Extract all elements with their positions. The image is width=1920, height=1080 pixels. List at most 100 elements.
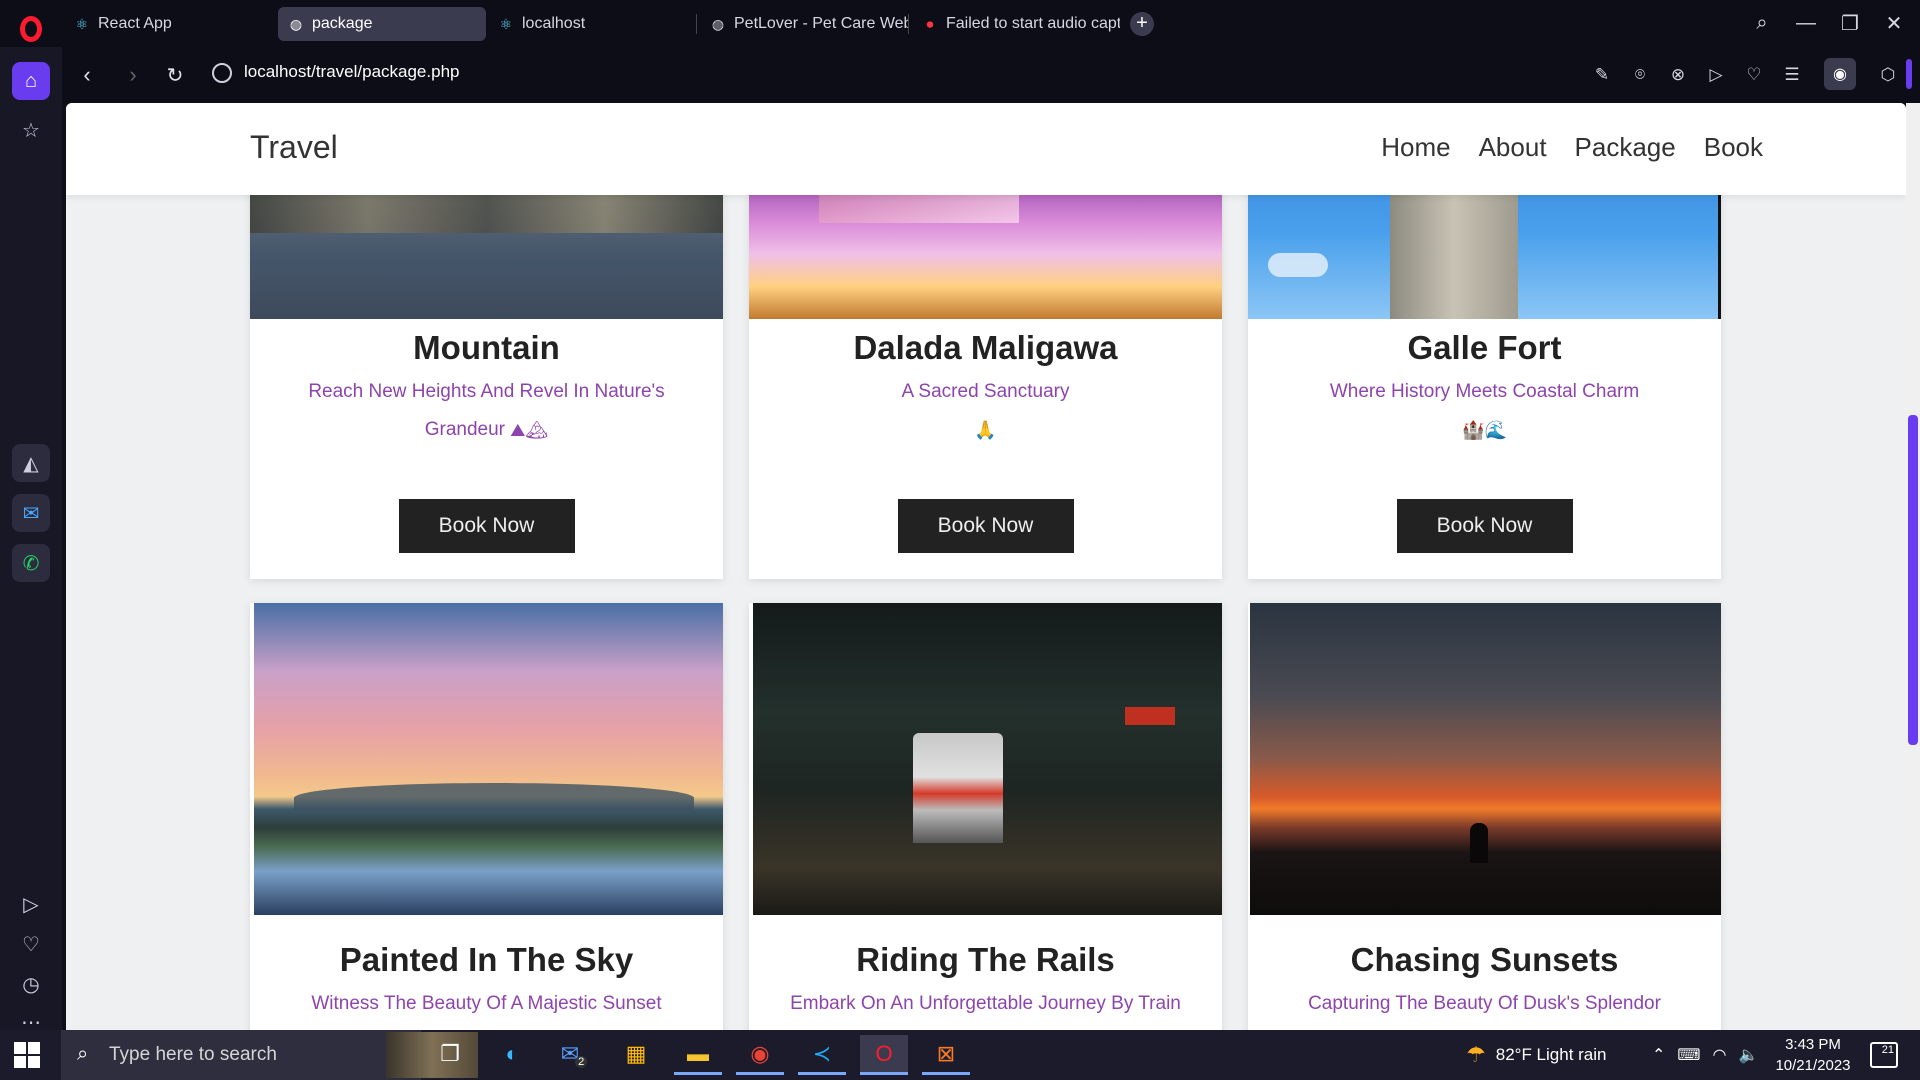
package-photo-train-station <box>753 603 1222 915</box>
adblock-icon[interactable]: ⊗ <box>1666 63 1690 87</box>
weather-text: 82°F Light rain <box>1495 1045 1607 1064</box>
forward-icon[interactable]: › <box>118 60 148 90</box>
nav-home-link[interactable]: Home <box>1381 132 1450 163</box>
windows-taskbar: ⌕ Type here to search ❐ ◐ ✉ 2 ▦ ▬ ◉ ≺ O ⊠… <box>0 1030 1920 1080</box>
tab-package[interactable]: ◍ package <box>278 7 486 41</box>
clock-time: 3:43 PM <box>1785 1036 1841 1053</box>
edit-icon[interactable]: ✎ <box>1590 63 1614 87</box>
profile-icon[interactable]: ◉ <box>1824 58 1856 90</box>
search-icon: ⌕ <box>77 1043 89 1065</box>
package-subtitle: Where History Meets Coastal Charm 🏰🌊 <box>1278 373 1691 449</box>
book-now-button[interactable]: Book Now <box>398 499 575 553</box>
tab-localhost[interactable]: ⚛ localhost <box>488 7 696 41</box>
tab-separator <box>696 14 697 34</box>
easy-setup-icon[interactable]: ☰ <box>1780 63 1804 87</box>
package-photo-sunset-silhouette <box>1250 603 1721 915</box>
xampp-icon[interactable]: ⊠ <box>922 1035 970 1075</box>
book-now-button[interactable]: Book Now <box>1396 499 1573 553</box>
restore-icon[interactable]: ❐ <box>1830 8 1870 38</box>
package-title: Dalada Maligawa <box>853 329 1118 366</box>
home-icon[interactable]: ⌂ <box>12 62 50 100</box>
package-subtitle: Capturing The Beauty Of Dusk's Splendor <box>1308 993 1661 1014</box>
windows-start-icon[interactable] <box>14 1042 40 1068</box>
bookmarks-heart-icon[interactable]: ♡ <box>12 925 50 963</box>
browser-tab-bar: ⚛ React App ◍ package ⚛ localhost ◍ PetL… <box>0 0 1920 47</box>
snapshot-camera-icon[interactable]: ⌾ <box>1628 63 1652 87</box>
scrollbar-thumb[interactable] <box>1908 415 1918 745</box>
whatsapp-icon[interactable]: ✆ <box>12 544 50 582</box>
tab-react-app[interactable]: ⚛ React App <box>64 7 276 41</box>
tab-petlover[interactable]: ◍ PetLover - Pet Care Websi <box>700 7 908 41</box>
weather-widget[interactable]: ☂ 82°F Light rain <box>1466 1030 1606 1080</box>
mountain-emoji-icon: ⛰🏔 <box>510 420 549 440</box>
site-info-globe-icon[interactable] <box>212 63 232 83</box>
messenger-icon[interactable]: ✉ <box>12 494 50 532</box>
globe-icon: ◍ <box>289 15 303 32</box>
mail-icon[interactable]: ✉ 2 <box>550 1035 598 1075</box>
package-title: Galle Fort <box>1407 329 1562 366</box>
nav-package-link[interactable]: Package <box>1575 132 1676 163</box>
globe-icon: ◍ <box>711 15 725 32</box>
language-icon[interactable]: ⌨ <box>1677 1045 1700 1065</box>
nav-about-link[interactable]: About <box>1479 132 1547 163</box>
site-header: Travel Home About Package Book <box>66 103 1906 195</box>
package-card: Riding The Rails Embark On An Unforgetta… <box>749 603 1222 1030</box>
browser-sidebar: ⌂ ☆ ◭ ✉ ✆ ▷ ♡ ◷ ⋯ <box>0 47 62 1034</box>
record-icon: ⏺ <box>926 15 934 32</box>
chrome-icon[interactable]: ◉ <box>736 1035 784 1075</box>
new-tab-button[interactable]: + <box>1130 12 1154 36</box>
react-icon: ⚛ <box>499 15 513 32</box>
site-nav: Home About Package Book <box>1381 132 1763 163</box>
nav-book-link[interactable]: Book <box>1704 132 1763 163</box>
edge-icon[interactable]: ◐ <box>488 1035 536 1075</box>
package-subtitle-text: Reach New Heights And Revel In Nature's <box>308 381 665 402</box>
page-scrollbar[interactable] <box>1906 103 1920 1030</box>
volume-icon[interactable]: 🔈 <box>1738 1045 1758 1065</box>
extensions-cube-icon[interactable]: ⬡ <box>1876 63 1900 87</box>
history-icon[interactable]: ◷ <box>12 965 50 1003</box>
favorite-heart-icon[interactable]: ♡ <box>1742 63 1766 87</box>
taskbar-clock[interactable]: 3:43 PM 10/21/2023 <box>1772 1034 1854 1076</box>
package-subtitle-text: A Sacred Sanctuary <box>901 381 1070 402</box>
package-subtitle: Embark On An Unforgettable Journey By Tr… <box>790 993 1181 1014</box>
tray-overflow-chevron-icon[interactable]: ⌃ <box>1652 1045 1665 1065</box>
package-subtitle-text: Grandeur <box>424 419 505 441</box>
close-icon[interactable]: ✕ <box>1874 8 1914 38</box>
opera-taskbar-icon[interactable]: O <box>860 1035 908 1075</box>
package-subtitle: Reach New Heights And Revel In Nature's … <box>280 373 693 449</box>
notification-count: 21 <box>1881 1044 1894 1056</box>
tab-label: React App <box>98 15 172 32</box>
player-icon[interactable]: ▷ <box>12 885 50 923</box>
taskbar-search-input[interactable]: ⌕ Type here to search <box>61 1030 478 1080</box>
send-icon[interactable]: ▷ <box>1704 63 1728 87</box>
package-title: Painted In The Sky <box>339 941 634 978</box>
package-photo-sunset-sky <box>254 603 723 915</box>
file-explorer-icon[interactable]: ▬ <box>674 1035 722 1075</box>
url-input[interactable]: localhost/travel/package.php <box>244 62 459 82</box>
speed-dial-star-icon[interactable]: ☆ <box>12 111 50 149</box>
opera-logo-icon[interactable] <box>14 12 48 46</box>
store-icon[interactable]: ▦ <box>612 1035 660 1075</box>
system-tray: ⌃ ⌨ ◠ 🔈 <box>1652 1030 1758 1080</box>
address-bar: ‹ › ↻ localhost/travel/package.php ✎ ⌾ ⊗… <box>62 47 1920 103</box>
task-view-icon[interactable]: ❐ <box>426 1035 474 1075</box>
tab-label: PetLover - Pet Care Websi <box>734 15 908 32</box>
tab-label: Failed to start audio captu <box>946 15 1120 32</box>
notification-center-icon[interactable]: 21 <box>1870 1042 1898 1068</box>
vscode-icon[interactable]: ≺ <box>798 1035 846 1075</box>
tab-separator <box>908 14 909 34</box>
site-logo[interactable]: Travel <box>250 129 338 166</box>
package-card: Chasing Sunsets Capturing The Beauty Of … <box>1248 603 1721 1030</box>
search-tabs-icon[interactable]: ⌕ <box>1742 8 1782 38</box>
weather-rain-icon: ☂ <box>1466 1042 1486 1067</box>
praying-hands-emoji-icon: 🙏 <box>974 420 997 440</box>
minimize-icon[interactable]: — <box>1786 8 1826 38</box>
tab-audio-capture[interactable]: ⏺ Failed to start audio captu <box>912 7 1121 41</box>
package-subtitle-text: Where History Meets Coastal Charm <box>1329 381 1640 402</box>
book-now-button[interactable]: Book Now <box>897 499 1074 553</box>
reload-icon[interactable]: ↻ <box>160 60 190 90</box>
aria-app-icon[interactable]: ◭ <box>12 444 50 482</box>
package-title: Riding The Rails <box>856 941 1115 978</box>
back-icon[interactable]: ‹ <box>72 60 102 90</box>
wifi-icon[interactable]: ◠ <box>1713 1045 1727 1065</box>
